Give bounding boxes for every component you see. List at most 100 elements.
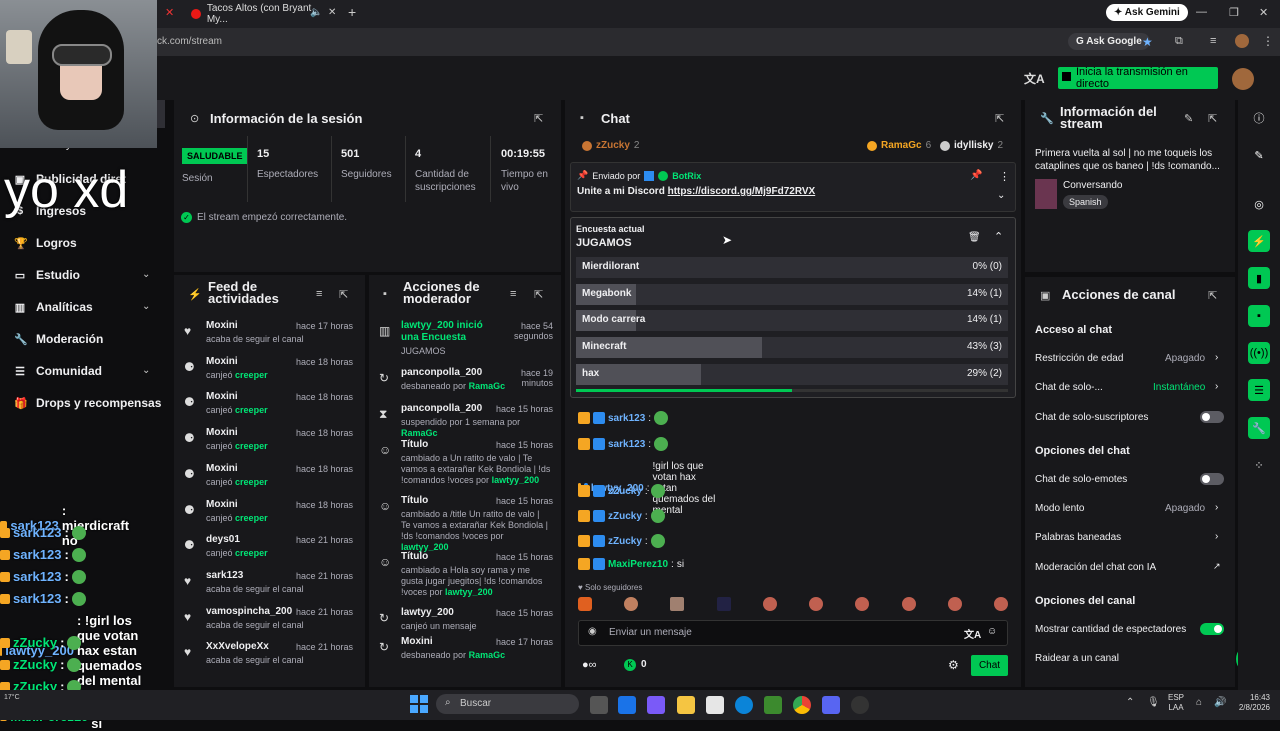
raid-label[interactable]: Raidear a un canal [1035,653,1119,664]
edit-pencil-icon[interactable]: ✎ [1184,112,1193,125]
viewer-avatar[interactable] [809,597,824,611]
trash-icon[interactable]: 🗑 [968,232,981,243]
close-tab-icon[interactable]: ✕ [165,6,174,19]
chat-username[interactable]: sark123 [608,439,645,450]
chat-input-placeholder[interactable]: Enviar un mensaje [609,627,692,638]
sidebar-item-analytics[interactable]: ▥ Analíticas [14,300,93,314]
chat-username[interactable]: zZucky [608,511,642,522]
age-restriction-label[interactable]: Restricción de edad [1035,353,1123,364]
windows-start-icon[interactable] [410,695,428,713]
external-link-icon[interactable]: ↗ [1213,561,1221,572]
feed-row[interactable]: ⚈ Moxini hace 18 horas canjeó creeper [174,427,359,463]
chat-username[interactable]: zZucky [608,486,642,497]
tray-chevron-icon[interactable]: ⌃ [1126,697,1134,708]
more-icon[interactable]: ⋮ [999,170,1010,183]
chat-badge-icon[interactable]: ◉ [588,626,597,637]
popout-icon[interactable]: ⇱ [534,112,543,125]
category-boxart[interactable] [1035,179,1057,209]
chat-message[interactable]: sark123: [578,437,669,451]
feed-row[interactable]: ♥ sark123 hace 21 horas acaba de seguir el … [174,570,359,606]
target-icon[interactable]: ◎ [1248,193,1270,215]
profile-avatar[interactable] [1235,34,1249,48]
viewer-avatar[interactable] [670,597,685,611]
chevron-right-icon[interactable]: › [1215,502,1218,513]
feed-row[interactable]: ⚈ Moxini hace 18 horas canjeó creeper [174,463,359,499]
slow-mode-label[interactable]: Modo lento [1035,503,1084,514]
sidebar-item-moderation[interactable]: 🔧 Moderación [14,332,103,346]
go-live-button[interactable]: Inicia la transmisión en directo [1058,66,1218,90]
ms-store-icon[interactable] [706,696,724,714]
infinity-icon[interactable]: ●∞ [582,659,597,671]
poll-option[interactable]: Mierdilorant 0% (0) [576,257,1008,278]
weather-temp[interactable]: 17°C [4,694,20,701]
minecraft-icon[interactable] [764,696,782,714]
top-chatter[interactable]: idyllisky 2 [940,140,1003,151]
feed-row[interactable]: ⚈ Moxini hace 18 horas canjeó creeper [174,391,359,427]
solo-chat-label[interactable]: Chat de solo-... [1035,382,1103,393]
store-icon[interactable] [647,696,665,714]
maximize-icon[interactable]: ❐ [1229,6,1239,19]
top-chatter[interactable]: RamaGc 6 [867,140,931,151]
feed-row[interactable]: ⚈ Moxini hace 18 horas canjeó creeper [174,499,359,535]
feed-row[interactable]: ♥ Moxini hace 17 horas acaba de seguir el c… [174,320,359,356]
add-action-icon[interactable]: ⁘ [1248,454,1270,476]
unpin-icon[interactable]: 📌 [970,170,982,181]
chevron-right-icon[interactable]: › [1215,352,1218,363]
quick-action-broadcast-icon[interactable]: ((•)) [1248,342,1270,364]
ask-google-button[interactable]: G Ask Google [1068,33,1150,50]
filter-icon[interactable]: ≡ [510,288,516,300]
sidebar-item-drops[interactable]: 🎁 Drops y recompensas [14,396,161,410]
language-indicator[interactable]: ESP LAA [1168,693,1184,713]
chat-message[interactable]: zZucky: [578,484,665,498]
feed-row[interactable]: ♥ XxXvelopeXx hace 21 horas acaba de seguir… [174,641,359,677]
poll-option[interactable]: hax 29% (2) [576,363,1008,385]
show-viewers-toggle[interactable] [1200,623,1224,635]
quick-action-bolt-icon[interactable]: ⚡ [1248,230,1270,252]
sidebar-item-studio[interactable]: ▭ Estudio [14,268,80,282]
mute-icon[interactable]: 🔈 [310,7,322,18]
solo-chat-value[interactable]: Instantáneo [1153,382,1205,393]
popout-icon[interactable]: ⇱ [534,288,543,301]
quick-action-chat-icon[interactable]: ▪ [1248,305,1270,327]
bookmark-star-icon[interactable]: ★ [1142,35,1153,49]
chevron-right-icon[interactable]: › [1215,381,1218,392]
discord-link[interactable]: https://discord.gg/Mj9Fd72RVX [668,186,816,197]
viewer-avatar[interactable] [716,597,731,611]
viewer-avatar[interactable] [855,597,870,611]
feed-row[interactable]: ⚈ Moxini hace 18 horas canjeó creeper [174,356,359,392]
viewer-avatar[interactable] [762,597,777,611]
discord-icon[interactable] [822,696,840,714]
ask-gemini-button[interactable]: ✦ Ask Gemini [1106,4,1188,21]
slow-mode-value[interactable]: Apagado [1165,503,1205,514]
chrome-icon[interactable] [793,696,811,714]
viewer-avatar[interactable] [947,597,962,611]
popout-icon[interactable]: ⇱ [1208,112,1217,125]
chat-message[interactable]: MaxiPerez10: si [578,558,684,570]
poll-option[interactable]: Minecraft 43% (3) [576,337,1008,359]
extensions-icon[interactable]: ⧉ [1175,35,1183,48]
taskview-icon[interactable] [590,696,608,714]
minimize-icon[interactable]: — [1196,6,1207,18]
chevron-down-icon[interactable]: ⌄ [142,365,150,376]
quick-action-list-icon[interactable]: ☰ [1248,379,1270,401]
poll-option[interactable]: Megabonk 14% (1) [576,283,1008,305]
chevron-down-icon[interactable]: ⌄ [142,301,150,312]
banned-words-label[interactable]: Palabras baneadas [1035,532,1121,543]
popout-icon[interactable]: ⇱ [995,112,1004,125]
feed-row[interactable]: ♥ vamospincha_200 hace 21 horas acaba de se… [174,606,359,642]
filter-icon[interactable]: ≡ [316,288,322,300]
viewer-avatar[interactable] [624,597,639,611]
top-chatter[interactable]: zZucky 2 [582,140,639,151]
edit-icon[interactable]: ✎ [1248,144,1270,166]
chat-username[interactable]: zZucky [608,536,642,547]
url-text[interactable]: ck.com/stream [157,36,222,47]
quick-action-wrench-icon[interactable]: 🔧 [1248,417,1270,439]
browser-menu-icon[interactable]: ⋮ [1262,34,1274,48]
viewer-avatar[interactable] [901,597,916,611]
chat-username[interactable]: sark123 [608,413,645,424]
file-explorer-icon[interactable] [677,696,695,714]
quick-action-card-icon[interactable]: ▮ [1248,267,1270,289]
translate-icon[interactable]: 文A [964,626,981,641]
close-window-icon[interactable]: ✕ [1259,6,1268,19]
volume-icon[interactable]: 🔊 [1214,697,1226,708]
